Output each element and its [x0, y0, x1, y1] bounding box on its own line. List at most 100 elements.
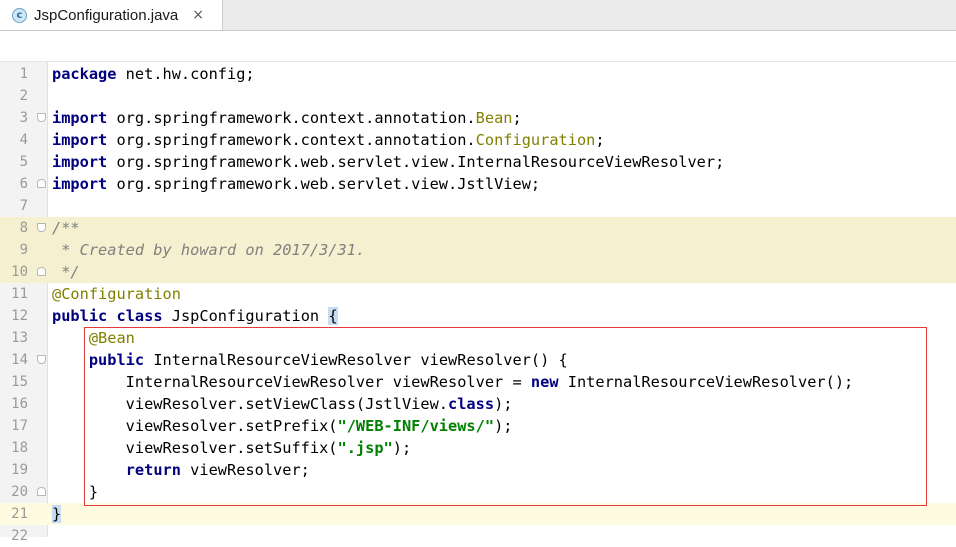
code-line[interactable]: 2 [0, 85, 956, 107]
code-token: org.springframework.web.servlet.view.Jst… [107, 175, 541, 193]
code-token: ".jsp" [337, 439, 393, 457]
tab-title: JspConfiguration.java [34, 6, 179, 24]
code-token: viewResolver.setPrefix( [52, 417, 338, 435]
code-line[interactable]: 18 viewResolver.setSuffix(".jsp"); [0, 437, 956, 459]
code-line[interactable]: 7 [0, 195, 956, 217]
fold-expanded-icon[interactable] [37, 355, 46, 364]
java-class-icon: c [12, 7, 27, 23]
code-token: ); [494, 417, 513, 435]
code-line[interactable]: 22 [0, 525, 956, 547]
code-text: /** [52, 217, 80, 239]
code-token: InternalResourceViewResolver(); [558, 373, 854, 391]
code-line[interactable]: 14 public InternalResourceViewResolver v… [0, 349, 956, 371]
fold-end-icon[interactable] [37, 267, 46, 276]
code-token: import [52, 131, 108, 149]
code-text: */ [52, 261, 80, 283]
line-number: 16 [11, 396, 28, 412]
code-token: public [88, 351, 145, 369]
code-line[interactable]: 21} [0, 503, 956, 525]
line-number: 12 [11, 308, 28, 324]
editor-breadcrumb-bar [0, 31, 956, 62]
code-token: class [448, 395, 495, 413]
line-number: 14 [11, 352, 28, 368]
code-line[interactable]: 6 import org.springframework.web.servlet.… [0, 173, 956, 195]
code-token: JspConfiguration [162, 307, 329, 325]
code-line[interactable]: 19 return viewResolver; [0, 459, 956, 481]
code-text: import org.springframework.web.servlet.v… [52, 173, 540, 195]
code-line[interactable]: 5 import org.springframework.web.servlet.… [0, 151, 956, 173]
line-number: 22 [11, 528, 28, 544]
line-number: 19 [11, 462, 28, 478]
fold-expanded-icon[interactable] [37, 223, 46, 232]
code-line[interactable]: 10 */ [0, 261, 956, 283]
code-token: org.springframework.context.annotation. [107, 109, 476, 127]
code-text: } [52, 481, 98, 503]
code-line[interactable]: 3 import org.springframework.context.anno… [0, 107, 956, 129]
code-token: "/WEB-INF/views/" [337, 417, 495, 435]
line-number: 9 [19, 242, 28, 258]
code-text: return viewResolver; [52, 459, 310, 481]
code-line[interactable]: 12 public class JspConfiguration { [0, 305, 956, 327]
code-line[interactable]: 17 viewResolver.setPrefix("/WEB-INF/view… [0, 415, 956, 437]
code-token: /** [52, 219, 80, 237]
editor-tab-bar: c JspConfiguration.java × [0, 0, 956, 31]
code-token: viewResolver; [180, 461, 310, 479]
code-text: @Configuration [52, 283, 181, 305]
code-token: ); [494, 395, 513, 413]
code-text: public InternalResourceViewResolver view… [52, 349, 568, 371]
code-token: new [530, 373, 559, 391]
code-line[interactable]: 9 * Created by howard on 2017/3/31. [0, 239, 956, 261]
code-token: class [116, 307, 163, 325]
line-number: 10 [11, 264, 28, 280]
line-number: 13 [11, 330, 28, 346]
code-token: return [125, 461, 181, 479]
code-token: } [52, 505, 62, 523]
fold-expanded-icon[interactable] [37, 113, 46, 122]
code-token: @Configuration [52, 285, 181, 303]
code-token: org.springframework.context.annotation. [107, 131, 476, 149]
line-number: 4 [19, 132, 28, 148]
code-token: import [52, 109, 108, 127]
line-number: 7 [19, 198, 28, 214]
fold-end-icon[interactable] [37, 179, 46, 188]
code-token: ; [595, 131, 605, 149]
code-text: viewResolver.setSuffix(".jsp"); [52, 437, 412, 459]
code-line[interactable]: 4 import org.springframework.context.anno… [0, 129, 956, 151]
code-text: InternalResourceViewResolver viewResolve… [52, 371, 854, 393]
code-token: */ [52, 263, 80, 281]
code-line[interactable]: 11 @Configuration [0, 283, 956, 305]
code-text: import org.springframework.context.annot… [52, 129, 605, 151]
line-number: 5 [19, 154, 28, 170]
close-icon[interactable]: × [192, 7, 204, 23]
code-token: import [52, 153, 108, 171]
code-line[interactable]: 8 /** [0, 217, 956, 239]
line-number: 1 [19, 66, 28, 82]
line-number: 18 [11, 440, 28, 456]
line-number: 21 [11, 506, 28, 522]
code-token: import [52, 175, 108, 193]
code-token: InternalResourceViewResolver viewResolve… [144, 351, 568, 369]
line-number: 15 [11, 374, 28, 390]
code-text: } [52, 503, 62, 525]
code-line[interactable]: 15 InternalResourceViewResolver viewReso… [0, 371, 956, 393]
code-line[interactable]: 1 package net.hw.config; [0, 63, 956, 85]
line-number: 11 [11, 286, 28, 302]
fold-end-icon[interactable] [37, 487, 46, 496]
tab-jsp-configuration[interactable]: c JspConfiguration.java × [0, 0, 223, 30]
code-token: package [52, 65, 117, 83]
code-line[interactable]: 13 @Bean [0, 327, 956, 349]
line-number: 8 [19, 220, 28, 236]
line-number: 3 [19, 110, 28, 126]
code-line[interactable]: 20 } [0, 481, 956, 503]
code-token: Bean [475, 109, 513, 127]
code-line[interactable]: 16 viewResolver.setViewClass(JstlView.cl… [0, 393, 956, 415]
line-number: 6 [19, 176, 28, 192]
code-editor[interactable]: 1 package net.hw.config; 2 3 import org.spri… [0, 63, 956, 547]
code-token: { [328, 307, 338, 325]
code-token: @Bean [88, 329, 135, 347]
code-text: public class JspConfiguration { [52, 305, 338, 327]
code-token: org.springframework.web.servlet.view.Int… [107, 153, 725, 171]
code-text: import org.springframework.context.annot… [52, 107, 522, 129]
